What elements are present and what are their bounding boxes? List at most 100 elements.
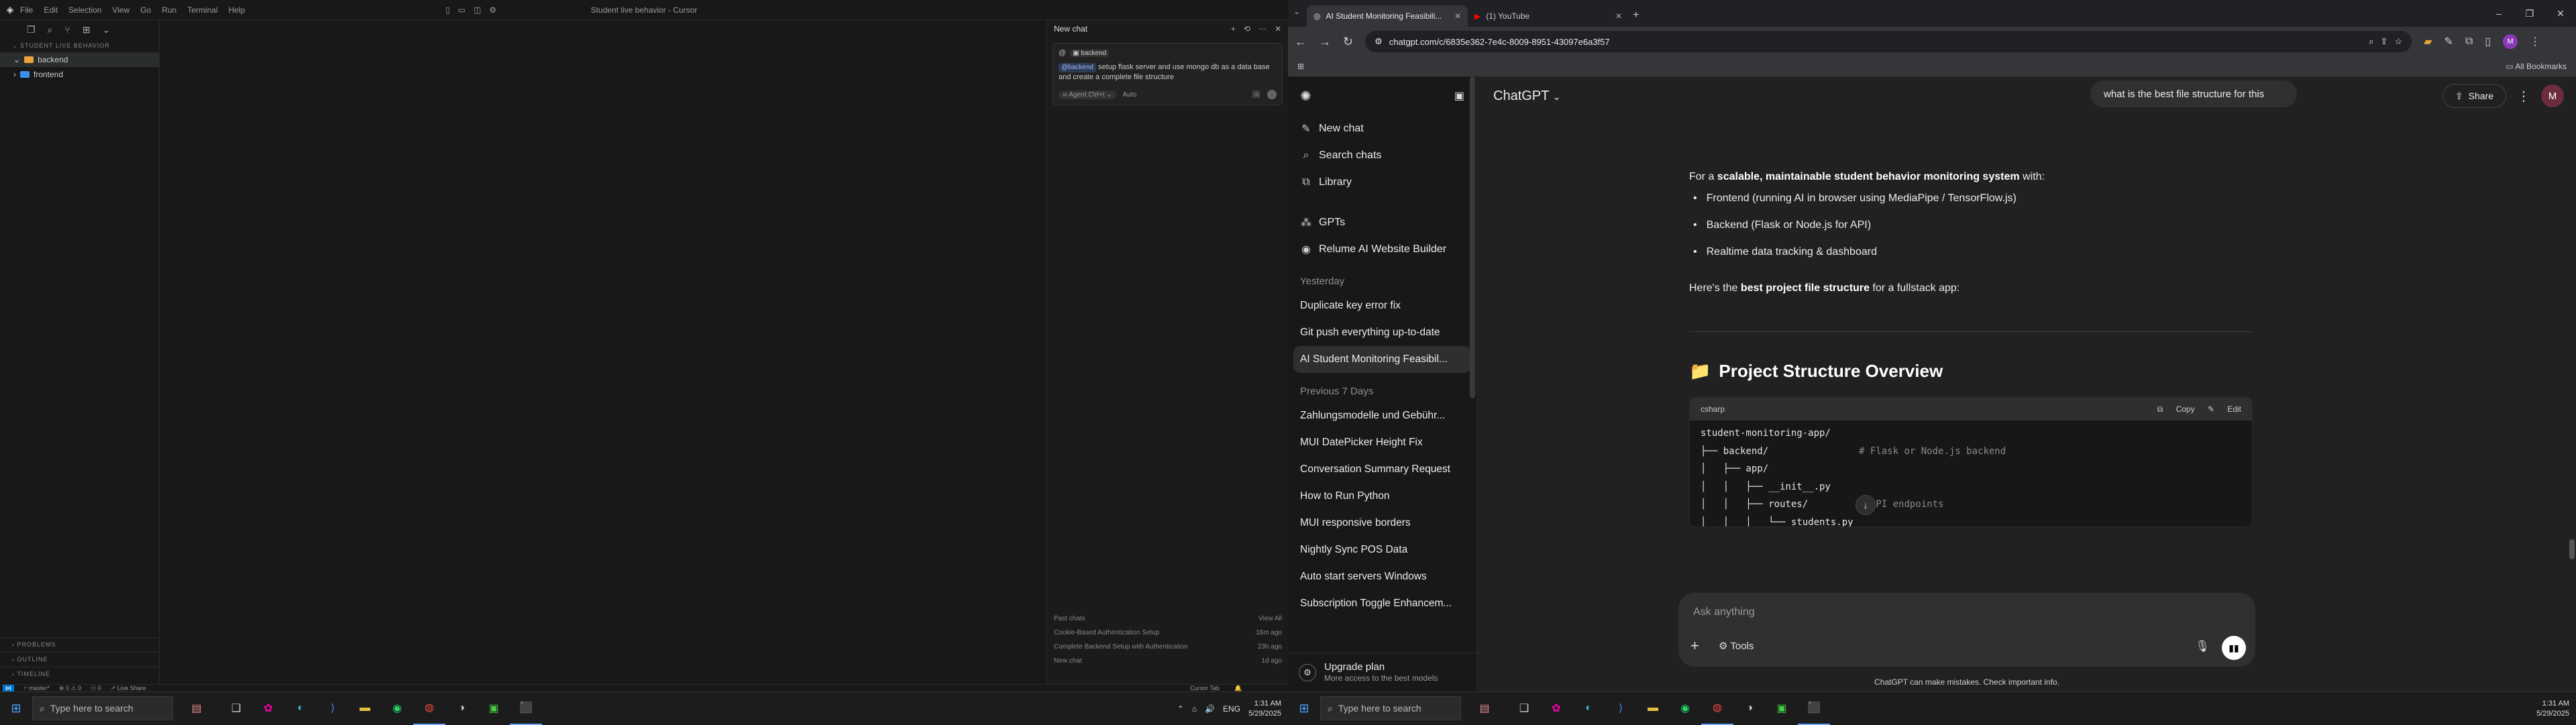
share-page-icon[interactable]: ⇪ <box>2381 36 2388 47</box>
layout-sidebar-icon[interactable]: ▯ <box>445 5 450 15</box>
tray-chevron-icon[interactable]: ⌃ <box>1177 704 1184 714</box>
files-icon[interactable]: ❐ <box>27 24 36 36</box>
chevron-down-icon[interactable]: ⌄ <box>103 24 111 36</box>
cursor-app-icon[interactable]: ⬛ <box>1798 692 1830 725</box>
history-icon[interactable]: ⟲ <box>1244 24 1250 34</box>
bell-icon[interactable]: 🔔 <box>1234 685 1242 692</box>
search-icon[interactable]: ⌕ <box>48 24 53 36</box>
taskbar-search[interactable]: ⌕ Type here to search <box>1320 696 1461 720</box>
at-icon[interactable]: @ <box>1059 49 1066 57</box>
network-icon[interactable]: ⌂ <box>1192 704 1197 714</box>
address-bar[interactable]: ⚙ chatgpt.com/c/6835e362-7e4c-8009-8951-… <box>1365 31 2412 52</box>
cursor-app-icon[interactable]: ⬛ <box>510 692 542 725</box>
tree-folder-frontend[interactable]: › frontend <box>0 67 159 82</box>
chrome-icon[interactable]: ◍ <box>413 692 445 725</box>
conversation-item[interactable]: Git push everything up-to-date <box>1288 319 1477 346</box>
language-indicator[interactable]: ENG <box>1223 704 1240 714</box>
sidebar-search-chats[interactable]: ⌕ Search chats <box>1288 142 1477 169</box>
layout-split-icon[interactable]: ◫ <box>474 5 481 15</box>
back-icon[interactable]: ← <box>1295 35 1307 49</box>
conversation-item[interactable]: How to Run Python <box>1288 483 1477 510</box>
site-info-icon[interactable]: ⚙ <box>1375 36 1383 47</box>
puzzle-icon[interactable]: ⧉ <box>2465 36 2473 48</box>
profile-avatar-icon[interactable]: M <box>2503 34 2518 49</box>
menu-item-terminal[interactable]: Terminal <box>187 5 217 15</box>
volume-icon[interactable]: 🔊 <box>1205 704 1215 714</box>
taskbar-search[interactable]: ⌕ Type here to search <box>32 696 173 720</box>
mode-selector[interactable]: ∞ Agent Ctrl+I ⌄ <box>1059 90 1116 99</box>
extension-icon[interactable]: ▰ <box>2424 35 2432 48</box>
conversation-item[interactable]: Zahlungsmodelle und Gebühr... <box>1288 402 1477 429</box>
notes-icon[interactable]: ▣ <box>1766 692 1798 725</box>
sidebar-toggle-icon[interactable]: ▣ <box>1454 89 1464 103</box>
send-icon[interactable]: ↑ <box>1267 90 1277 99</box>
chat-composer-card[interactable]: @ ▣ backend @backend setup flask server … <box>1053 43 1283 105</box>
sidebar-new-chat[interactable]: ✎ New chat <box>1288 115 1477 142</box>
conversation-item-selected[interactable]: AI Student Monitoring Feasibil... <box>1293 346 1471 373</box>
branch-status[interactable]: ⑂ master* <box>23 685 50 691</box>
clock[interactable]: 1:31 AM 5/29/2025 <box>2536 699 2569 719</box>
chrome-icon[interactable]: ◍ <box>1701 692 1733 725</box>
notes-icon[interactable]: ▣ <box>478 692 510 725</box>
edit-button[interactable]: ✎ Edit <box>2208 404 2241 414</box>
whatsapp-icon[interactable]: ◉ <box>1669 692 1701 725</box>
tab-youtube[interactable]: ▶ (1) YouTube ✕ <box>1468 5 1629 27</box>
more-options-icon[interactable]: ⋮ <box>2517 88 2530 105</box>
menu-item-go[interactable]: Go <box>140 5 151 15</box>
apps-grid-icon[interactable]: ⊞ <box>1297 62 1304 71</box>
past-chat-item[interactable]: Complete Backend Setup with Authenticati… <box>1054 640 1282 654</box>
timeline-section[interactable]: › TIMELINE <box>0 667 160 680</box>
conversation-item[interactable]: Auto start servers Windows <box>1288 563 1477 590</box>
new-tab-icon[interactable]: + <box>1633 9 1639 21</box>
source-control-icon[interactable]: ⑂ <box>64 24 70 35</box>
copy-button[interactable]: ⧉ Copy <box>2157 404 2195 414</box>
extensions-icon[interactable]: ⊞ <box>83 24 91 36</box>
conversation-item[interactable]: Conversation Summary Request <box>1288 456 1477 483</box>
app-icon[interactable]: ◑ <box>445 692 478 725</box>
menu-item-view[interactable]: View <box>112 5 129 15</box>
windows-start-icon[interactable]: ⊞ <box>1288 692 1320 725</box>
task-view-icon[interactable]: ❏ <box>220 692 252 725</box>
avatar[interactable]: M <box>2541 85 2564 107</box>
composer-input[interactable]: Ask anything <box>1693 606 1755 618</box>
upgrade-plan[interactable]: ⚙ Upgrade plan More access to the best m… <box>1288 653 1477 691</box>
share-button[interactable]: ⇪ Share <box>2442 84 2506 108</box>
menu-item-selection[interactable]: Selection <box>68 5 101 15</box>
chat-prompt[interactable]: @backend setup flask server and use mong… <box>1059 62 1277 82</box>
close-tab-icon[interactable]: ✕ <box>1615 11 1622 21</box>
zoom-icon[interactable]: ⌕ <box>2369 36 2373 47</box>
menu-item-help[interactable]: Help <box>229 5 246 15</box>
all-bookmarks[interactable]: ▭ All Bookmarks <box>2506 62 2567 71</box>
close-tab-icon[interactable]: ✕ <box>1454 11 1461 21</box>
search-banner-icon[interactable]: ▤ <box>1461 692 1508 725</box>
tab-search-icon[interactable]: ⌄ <box>1293 7 1300 16</box>
settings-gear-icon[interactable]: ⚙ <box>489 5 496 15</box>
plus-icon[interactable]: + <box>1231 24 1236 34</box>
chat-composer[interactable]: Ask anything + ⚙ Tools 🎙 ▮▮ <box>1678 593 2255 667</box>
file-explorer-icon[interactable]: ▬ <box>349 692 381 725</box>
sidebar-library[interactable]: ⧉ Library <box>1288 169 1477 196</box>
windows-start-icon[interactable]: ⊞ <box>0 692 32 725</box>
context-chip[interactable]: ▣ backend <box>1070 49 1110 57</box>
vscode-icon[interactable]: ⟩ <box>317 692 349 725</box>
code-content[interactable]: student-monitoring-app/ ├── backend/ # F… <box>1690 421 2252 526</box>
bookmark-star-icon[interactable]: ☆ <box>2394 36 2402 47</box>
page-scrollbar[interactable] <box>2569 539 2575 559</box>
tree-folder-backend[interactable]: ⌄ backend <box>0 52 159 67</box>
conversation-item[interactable]: MUI responsive borders <box>1288 510 1477 537</box>
scroll-down-button[interactable]: ↓ <box>1856 495 1876 515</box>
plus-icon[interactable]: + <box>1690 637 1699 655</box>
close-icon[interactable]: ✕ <box>1275 24 1281 34</box>
copilot-icon[interactable]: ✿ <box>1540 692 1572 725</box>
reload-icon[interactable]: ↻ <box>1343 35 1353 49</box>
conversation-item[interactable]: Nightly Sync POS Data <box>1288 537 1477 563</box>
whatsapp-icon[interactable]: ◉ <box>381 692 413 725</box>
remote-icon[interactable]: ⋈ <box>3 684 14 692</box>
chrome-menu-icon[interactable]: ⋮ <box>2530 35 2540 48</box>
maximize-icon[interactable]: ❐ <box>2514 0 2545 27</box>
app-icon[interactable]: ◑ <box>1733 692 1766 725</box>
edge-icon[interactable]: ◐ <box>1572 692 1605 725</box>
view-all-link[interactable]: View All <box>1258 615 1282 622</box>
outline-section[interactable]: › OUTLINE <box>0 652 160 665</box>
explorer-header[interactable]: ⌄ STUDENT LIVE BEHAVIOR <box>0 39 159 52</box>
